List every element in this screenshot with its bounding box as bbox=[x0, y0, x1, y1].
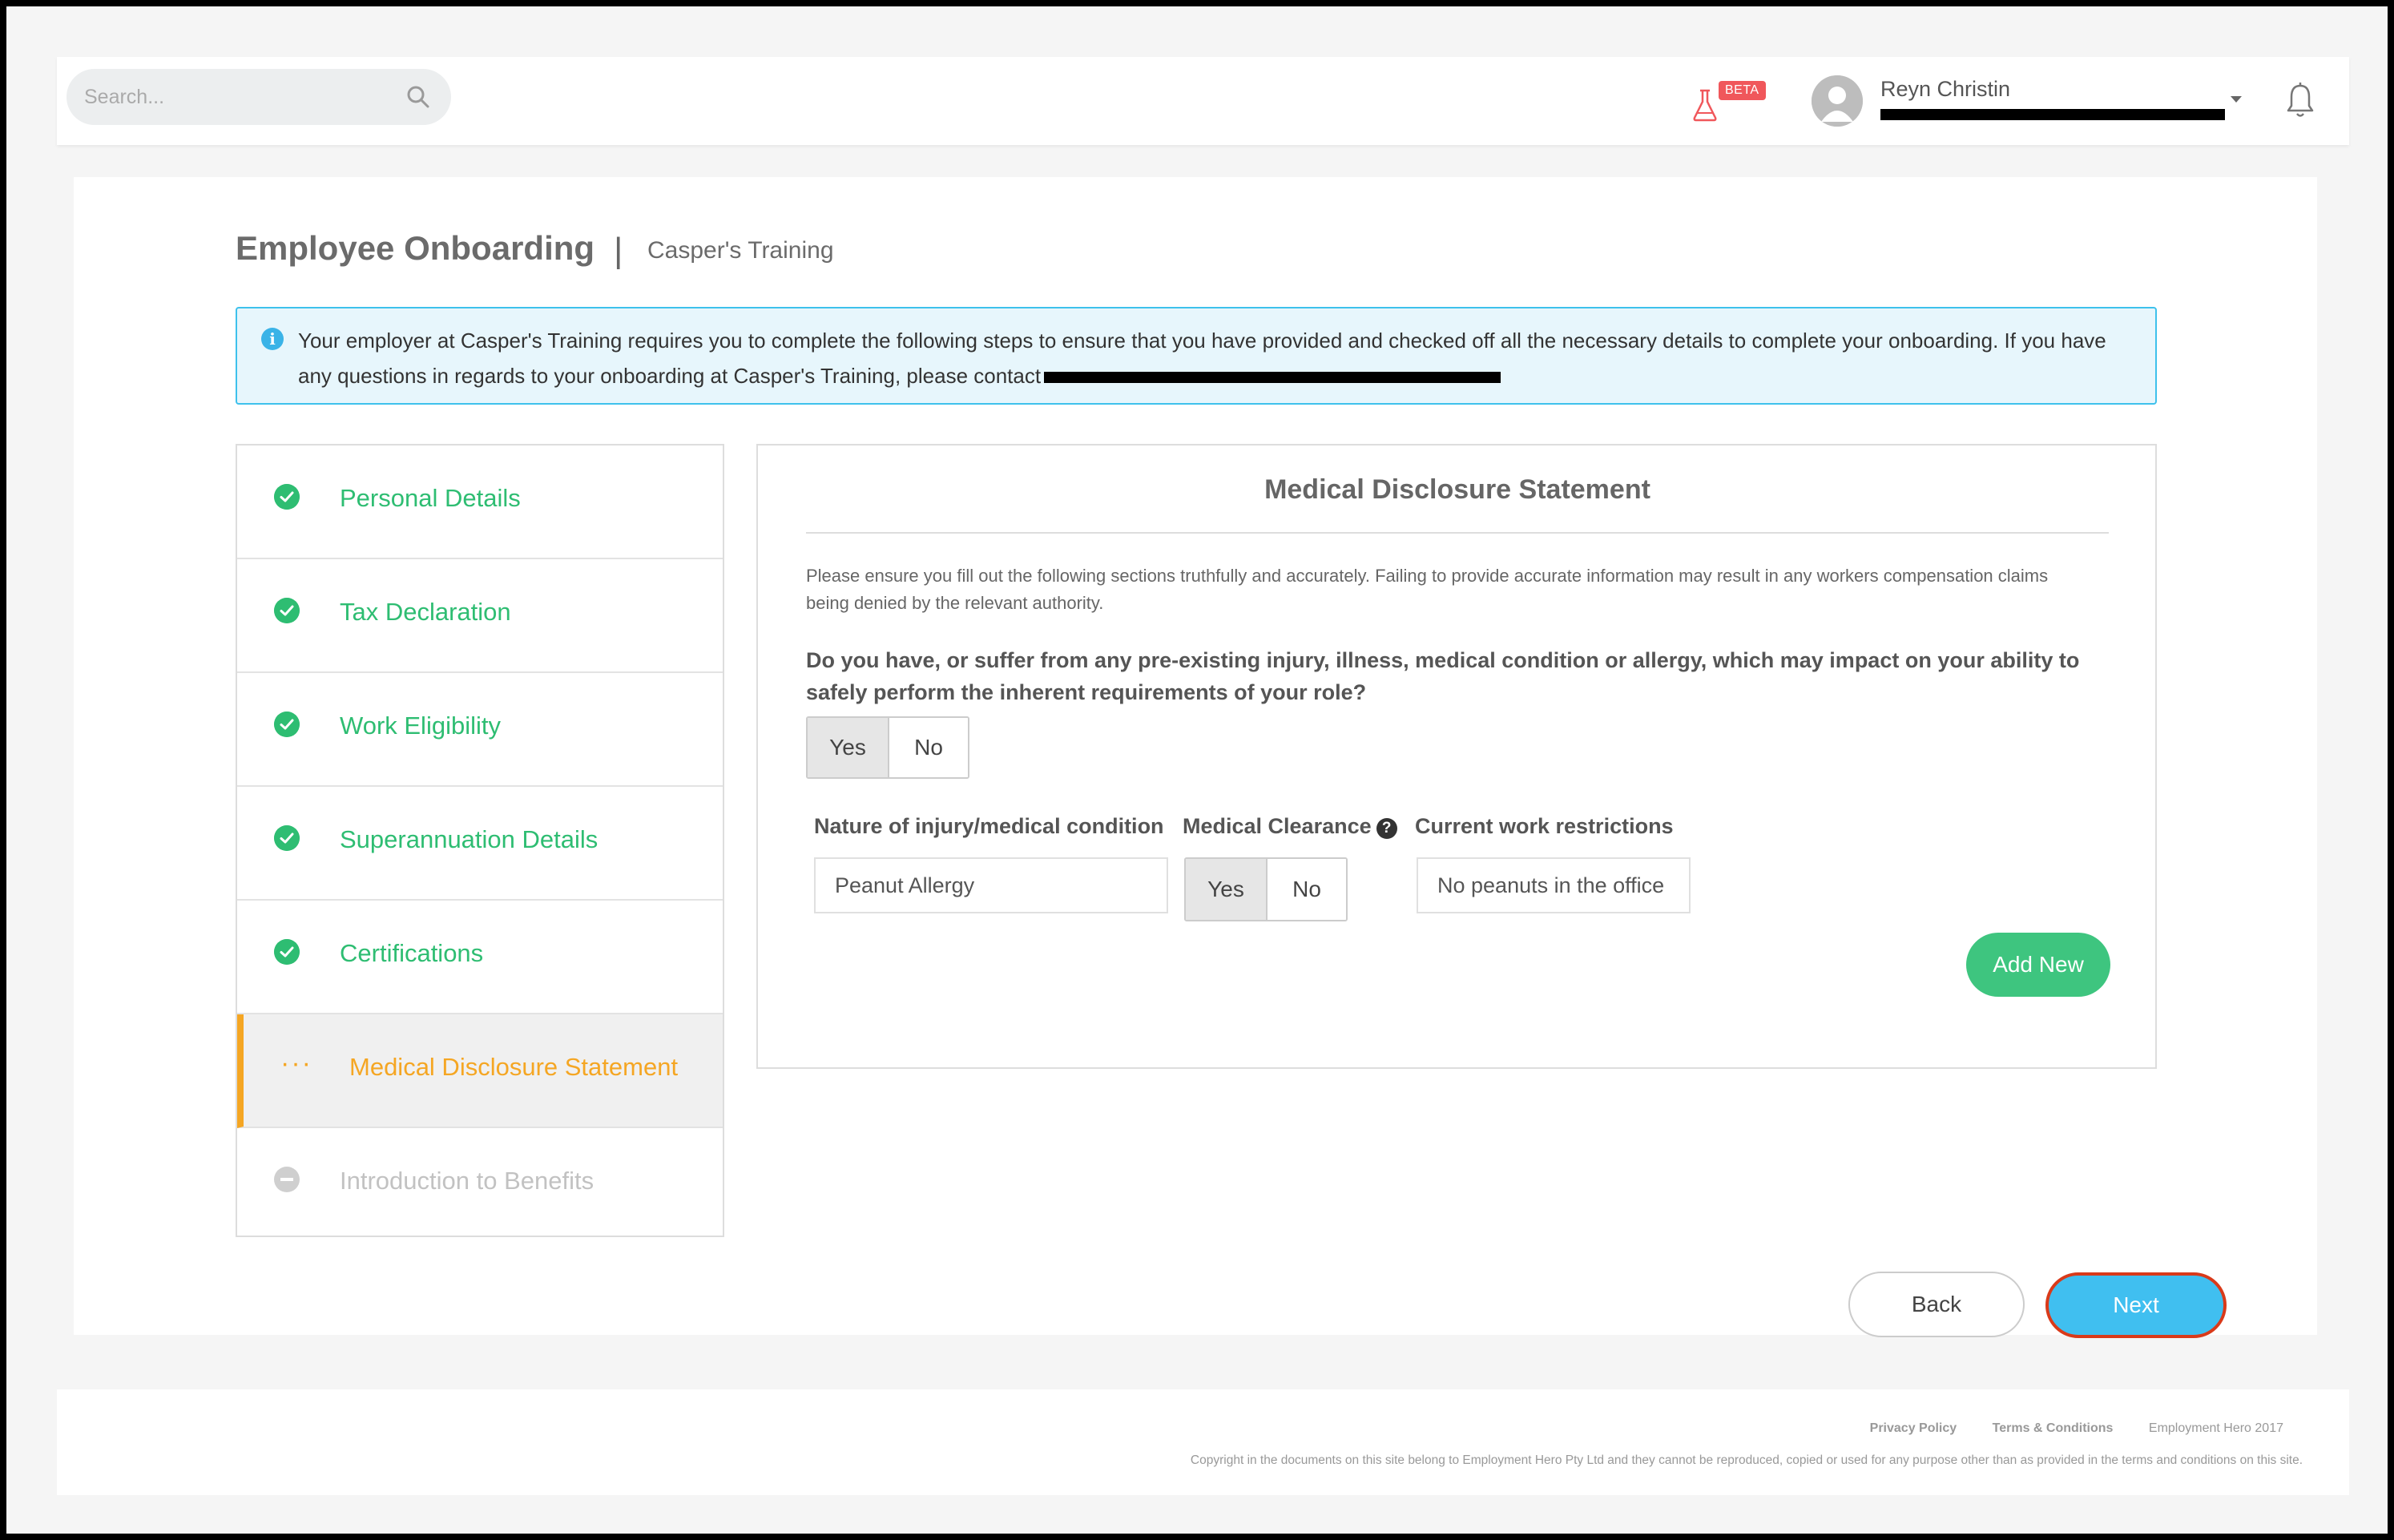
back-button[interactable]: Back bbox=[1848, 1272, 2025, 1337]
user-menu[interactable]: Reyn Christin bbox=[1812, 69, 2244, 133]
clearance-yes-button[interactable]: Yes bbox=[1186, 859, 1266, 920]
company-name: Casper's Training bbox=[647, 237, 834, 264]
form-title: Medical Disclosure Statement bbox=[1264, 474, 1650, 505]
column-clearance: Medical Clearance? bbox=[1183, 814, 1397, 839]
terms-link[interactable]: Terms & Conditions bbox=[1993, 1421, 2114, 1435]
column-clearance-label: Medical Clearance bbox=[1183, 814, 1372, 838]
clearance-no-button[interactable]: No bbox=[1266, 859, 1346, 920]
flask-icon bbox=[1693, 89, 1717, 122]
help-icon[interactable]: ? bbox=[1376, 818, 1397, 839]
info-text: Your employer at Casper's Training requi… bbox=[298, 323, 2133, 393]
bell-icon[interactable] bbox=[2284, 81, 2316, 119]
condition-answer-toggle: Yes No bbox=[806, 716, 969, 779]
search-input[interactable] bbox=[84, 69, 389, 125]
step-label: Certifications bbox=[340, 939, 484, 967]
step-work-eligibility[interactable]: Work Eligibility bbox=[237, 673, 723, 787]
footer-links: Privacy Policy Terms & Conditions Employ… bbox=[1838, 1421, 2283, 1436]
restrictions-value: No peanuts in the office bbox=[1437, 873, 1665, 897]
user-silhouette-icon bbox=[1812, 75, 1863, 127]
medical-disclosure-form: Medical Disclosure Statement Please ensu… bbox=[756, 444, 2157, 1069]
beta-badge: BETA bbox=[1719, 81, 1766, 100]
check-circle-icon bbox=[274, 712, 300, 737]
user-name: Reyn Christin bbox=[1880, 77, 2011, 101]
beta-lab-button[interactable]: BETA bbox=[1691, 81, 1771, 129]
answer-yes-button[interactable]: Yes bbox=[808, 718, 888, 777]
column-restrictions-label: Current work restrictions bbox=[1415, 814, 1674, 838]
chevron-down-icon[interactable] bbox=[2228, 93, 2244, 106]
check-circle-icon bbox=[274, 939, 300, 965]
add-new-button[interactable]: Add New bbox=[1966, 933, 2110, 997]
onboarding-steps: Personal Details Tax Declaration Work El… bbox=[236, 444, 724, 1237]
column-nature: Nature of injury/medical condition bbox=[814, 814, 1164, 839]
top-bar: BETA Reyn Christin bbox=[57, 57, 2349, 145]
step-certifications[interactable]: Certifications bbox=[237, 901, 723, 1014]
step-label: Personal Details bbox=[340, 484, 521, 512]
title-separator: | bbox=[614, 231, 623, 270]
next-button[interactable]: Next bbox=[2045, 1272, 2227, 1338]
privacy-policy-link[interactable]: Privacy Policy bbox=[1870, 1421, 1957, 1435]
clearance-toggle: Yes No bbox=[1184, 857, 1348, 921]
step-label: Introduction to Benefits bbox=[340, 1167, 594, 1195]
step-medical-disclosure[interactable]: ··· Medical Disclosure Statement bbox=[237, 1014, 723, 1128]
step-superannuation-details[interactable]: Superannuation Details bbox=[237, 787, 723, 901]
step-label: Medical Disclosure Statement bbox=[349, 1053, 679, 1081]
condition-question: Do you have, or suffer from any pre-exis… bbox=[806, 648, 2080, 704]
redacted-contact-email bbox=[1044, 372, 1501, 384]
divider bbox=[806, 532, 2109, 534]
footer: Privacy Policy Terms & Conditions Employ… bbox=[57, 1389, 2349, 1495]
answer-no-button[interactable]: No bbox=[888, 718, 968, 777]
column-restrictions: Current work restrictions bbox=[1415, 814, 1674, 839]
check-circle-icon bbox=[274, 484, 300, 510]
nature-input[interactable]: Peanut Allergy bbox=[814, 857, 1168, 913]
info-banner: i Your employer at Casper's Training req… bbox=[236, 307, 2157, 405]
step-label: Superannuation Details bbox=[340, 825, 598, 853]
info-icon: i bbox=[261, 328, 284, 350]
page-title: Employee Onboarding bbox=[236, 229, 595, 267]
form-intro: Please ensure you fill out the following… bbox=[806, 566, 2049, 613]
step-personal-details[interactable]: Personal Details bbox=[237, 445, 723, 559]
step-introduction-to-benefits[interactable]: Introduction to Benefits bbox=[237, 1128, 723, 1242]
step-tax-declaration[interactable]: Tax Declaration bbox=[237, 559, 723, 673]
avatar bbox=[1812, 75, 1863, 127]
search-box[interactable] bbox=[66, 69, 451, 125]
check-circle-icon bbox=[274, 598, 300, 623]
step-label: Tax Declaration bbox=[340, 598, 511, 626]
search-icon[interactable] bbox=[406, 85, 430, 109]
footer-brand: Employment Hero 2017 bbox=[2148, 1421, 2283, 1435]
main-card: Employee Onboarding | Casper's Training … bbox=[74, 177, 2317, 1338]
step-label: Work Eligibility bbox=[340, 712, 501, 740]
nature-value: Peanut Allergy bbox=[835, 873, 975, 897]
redacted-email bbox=[1880, 109, 2225, 120]
check-circle-icon bbox=[274, 825, 300, 851]
in-progress-icon: ··· bbox=[280, 1048, 312, 1078]
minus-circle-icon bbox=[274, 1167, 300, 1192]
restrictions-input[interactable]: No peanuts in the office bbox=[1417, 857, 1691, 913]
column-nature-label: Nature of injury/medical condition bbox=[814, 814, 1164, 838]
app-frame: BETA Reyn Christin Employee Onboardin bbox=[0, 0, 2394, 1540]
copyright-text: Copyright in the documents on this site … bbox=[1190, 1453, 2303, 1467]
